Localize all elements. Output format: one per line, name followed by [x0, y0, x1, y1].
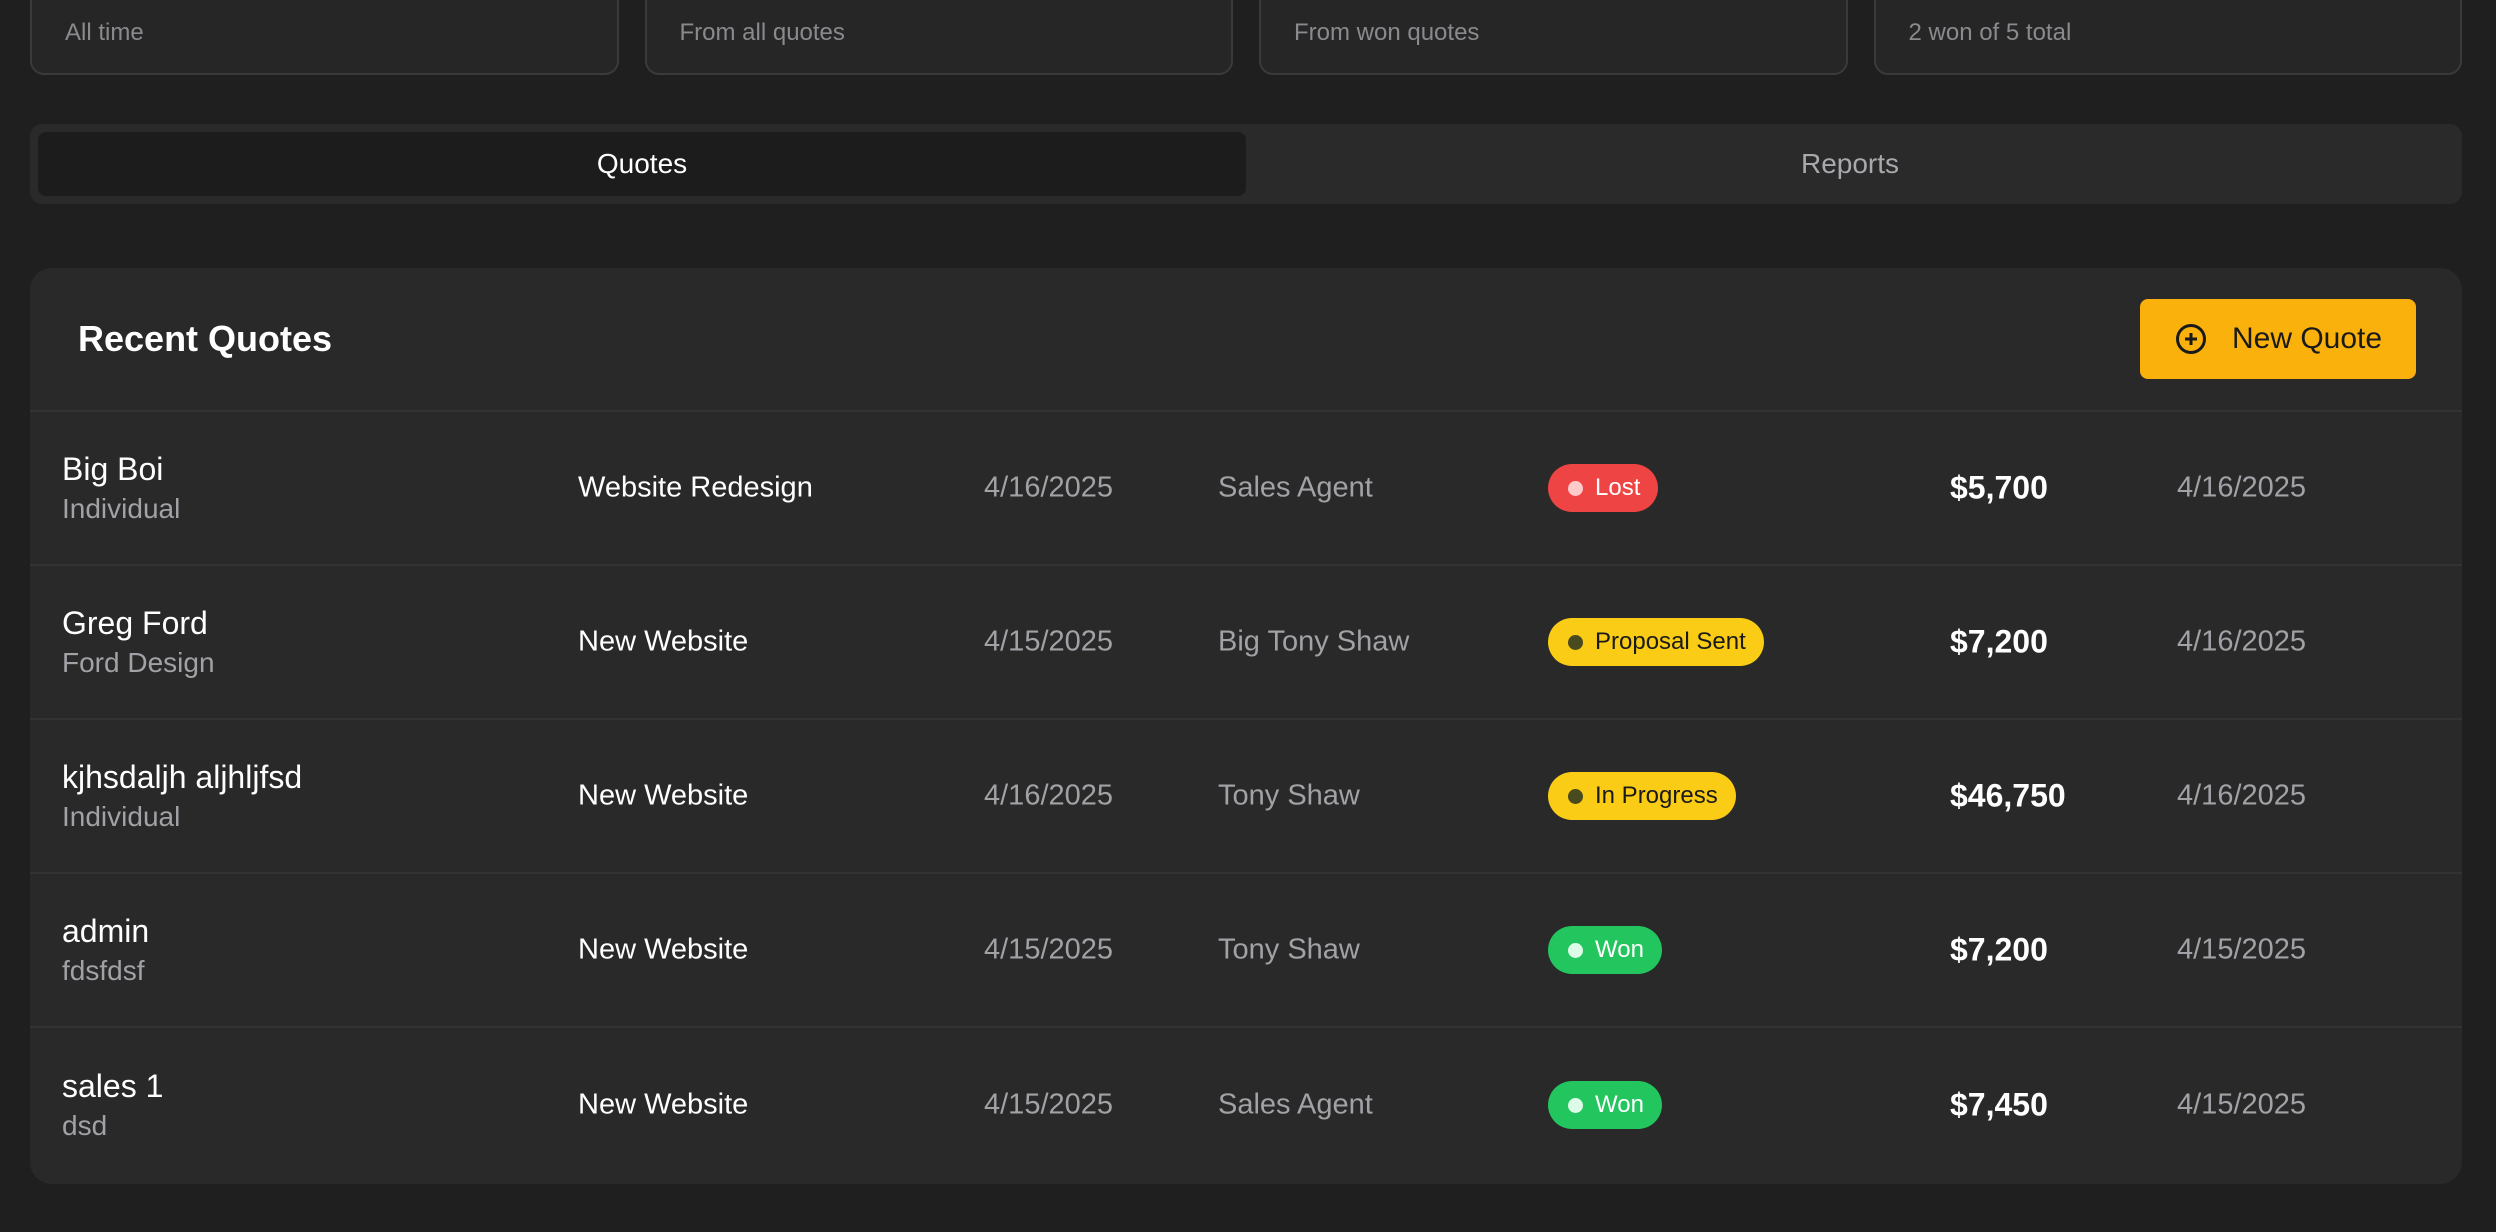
panel-header: Recent Quotes New Quote [30, 268, 2462, 412]
status-cell: Lost [1548, 464, 1659, 512]
status-cell: Won [1548, 1081, 1662, 1129]
updated-date: 4/15/2025 [2177, 1088, 2307, 1121]
stats-row: All time From all quotes From won quotes… [30, 0, 2462, 75]
status-badge: Lost [1548, 464, 1659, 512]
updated-date: 4/15/2025 [2177, 933, 2307, 966]
quote-amount: $7,450 [1950, 1086, 2048, 1123]
client-name: admin [62, 913, 150, 949]
tab-reports[interactable]: Reports [1246, 132, 2454, 196]
client-name: kjhsdaljh aljhljfsd [62, 759, 303, 795]
status-cell: Proposal Sent [1548, 618, 1764, 666]
client-cell: admin fdsfdsf [62, 911, 149, 989]
quote-date: 4/16/2025 [984, 779, 1114, 812]
agent-name: Tony Shaw [1218, 933, 1360, 966]
client-company: fdsfdsf [62, 955, 145, 986]
agent-name: Tony Shaw [1218, 779, 1360, 812]
quote-amount: $7,200 [1950, 623, 2048, 660]
status-badge: Proposal Sent [1548, 618, 1764, 666]
quotes-list: Big Boi Individual Website Redesign 4/16… [30, 412, 2462, 1182]
client-company: Ford Design [62, 647, 215, 678]
stat-subtitle: 2 won of 5 total [1908, 19, 2072, 46]
stat-card-win-rate: 2 won of 5 total [1873, 0, 2462, 75]
status-dot-icon [1568, 480, 1583, 496]
client-cell: Big Boi Individual [62, 449, 180, 527]
panel-title: Recent Quotes [78, 318, 333, 359]
agent-name: Big Tony Shaw [1218, 625, 1410, 658]
quote-row[interactable]: admin fdsfdsf New Website 4/15/2025 Tony… [30, 874, 2462, 1028]
client-company: Individual [62, 493, 181, 524]
stat-subtitle: From all quotes [679, 19, 845, 46]
stat-subtitle: From won quotes [1294, 19, 1480, 46]
status-dot-icon [1568, 634, 1583, 650]
updated-date: 4/16/2025 [2177, 471, 2307, 504]
status-dot-icon [1568, 1097, 1583, 1113]
client-company: dsd [62, 1110, 108, 1141]
status-badge: In Progress [1548, 772, 1736, 820]
quote-date: 4/15/2025 [984, 933, 1114, 966]
quote-amount: $46,750 [1950, 777, 2066, 814]
new-quote-label: New Quote [2232, 322, 2383, 355]
client-cell: Greg Ford Ford Design [62, 603, 215, 681]
client-name: Big Boi [62, 451, 164, 487]
status-label: In Progress [1595, 782, 1718, 809]
stat-card-quotes: All time [30, 0, 619, 75]
stat-card-pipeline: From all quotes [644, 0, 1233, 75]
status-dot-icon [1568, 788, 1583, 804]
client-name: Greg Ford [62, 605, 208, 641]
tab-bar: Quotes Reports [30, 124, 2462, 204]
agent-name: Sales Agent [1218, 471, 1373, 504]
quote-row[interactable]: Greg Ford Ford Design New Website 4/15/2… [30, 566, 2462, 720]
status-cell: Won [1548, 926, 1662, 974]
quote-amount: $5,700 [1950, 469, 2048, 506]
status-label: Won [1595, 936, 1644, 963]
status-label: Lost [1595, 474, 1641, 501]
new-quote-button[interactable]: New Quote [2140, 299, 2416, 379]
stat-card-revenue: From won quotes [1259, 0, 1848, 75]
quote-date: 4/15/2025 [984, 1088, 1114, 1121]
quote-amount: $7,200 [1950, 931, 2048, 968]
project-name: Website Redesign [578, 471, 813, 504]
project-name: New Website [578, 625, 749, 658]
project-name: New Website [578, 779, 749, 812]
quote-row[interactable]: kjhsdaljh aljhljfsd Individual New Websi… [30, 720, 2462, 874]
quote-date: 4/16/2025 [984, 471, 1114, 504]
project-name: New Website [578, 933, 749, 966]
plus-circle-icon [2176, 324, 2206, 354]
quote-date: 4/15/2025 [984, 625, 1114, 658]
client-company: Individual [62, 801, 181, 832]
updated-date: 4/16/2025 [2177, 625, 2307, 658]
status-label: Won [1595, 1091, 1644, 1118]
status-cell: In Progress [1548, 772, 1736, 820]
status-badge: Won [1548, 926, 1662, 974]
stat-subtitle: All time [65, 19, 144, 46]
updated-date: 4/16/2025 [2177, 779, 2307, 812]
status-label: Proposal Sent [1595, 628, 1746, 655]
status-dot-icon [1568, 942, 1583, 958]
status-badge: Won [1548, 1081, 1662, 1129]
quote-row[interactable]: sales 1 dsd New Website 4/15/2025 Sales … [30, 1028, 2462, 1182]
agent-name: Sales Agent [1218, 1088, 1373, 1121]
client-name: sales 1 [62, 1068, 164, 1104]
tab-quotes[interactable]: Quotes [38, 132, 1246, 196]
client-cell: sales 1 dsd [62, 1066, 163, 1144]
quote-row[interactable]: Big Boi Individual Website Redesign 4/16… [30, 412, 2462, 566]
client-cell: kjhsdaljh aljhljfsd Individual [62, 757, 302, 835]
project-name: New Website [578, 1088, 749, 1121]
recent-quotes-panel: Recent Quotes New Quote Big Boi Individu… [30, 268, 2462, 1184]
